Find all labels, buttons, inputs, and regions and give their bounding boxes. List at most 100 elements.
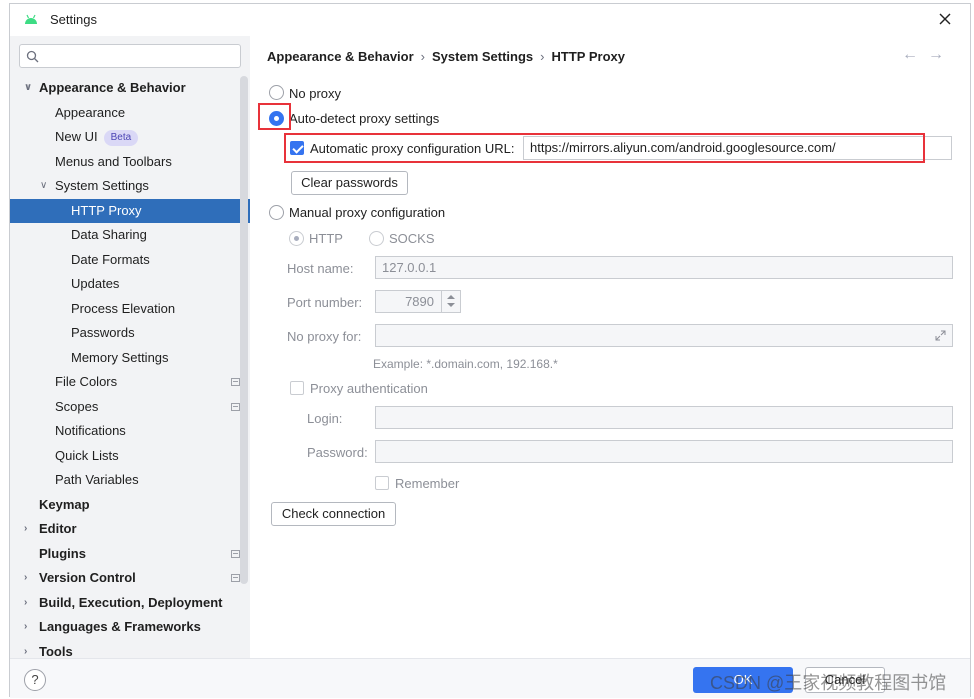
login-field[interactable] [375, 406, 953, 429]
sidebar-item-label: Updates [71, 276, 120, 291]
window-title: Settings [50, 12, 97, 27]
sidebar-item-date-formats[interactable]: Date Formats [10, 248, 250, 273]
sidebar-item-label: Date Formats [71, 251, 150, 267]
sidebar-item-label: HTTP Proxy [71, 202, 142, 218]
proxy-auth-label: Proxy authentication [310, 381, 428, 396]
sidebar-item-build-execution-deployment[interactable]: › Build, Execution, Deployment [10, 591, 250, 616]
http-proxy-panel: Appearance & Behavior › System Settings › HT… [250, 36, 970, 658]
sidebar-item-editor[interactable]: › Editor [10, 517, 250, 542]
no-proxy-radio[interactable] [269, 85, 284, 100]
sidebar-item-label: Build, Execution, Deployment [39, 594, 223, 610]
sidebar-item-label: Editor [39, 521, 77, 536]
sidebar-item-menus-toolbars[interactable]: Menus and Toolbars [10, 150, 250, 175]
sidebar-item-path-variables[interactable]: Path Variables [10, 468, 250, 493]
port-spinner-icon[interactable] [441, 291, 459, 312]
sidebar-item-memory-settings[interactable]: Memory Settings [10, 346, 250, 371]
proxy-auth-checkbox[interactable] [290, 381, 304, 395]
chevron-right-icon: › [24, 523, 28, 534]
example-hint: Example: *.domain.com, 192.168.* [373, 357, 558, 371]
auto-detect-label: Auto-detect proxy settings [289, 111, 440, 126]
port-number-label: Port number: [287, 295, 363, 310]
sidebar-item-label: New UI [55, 129, 98, 144]
sidebar-item-quick-lists[interactable]: Quick Lists [10, 444, 250, 469]
project-settings-icon [231, 402, 240, 411]
sidebar-item-label: Menus and Toolbars [55, 153, 172, 169]
help-button[interactable]: ? [24, 669, 46, 691]
remember-checkbox[interactable] [375, 476, 389, 490]
history-navigation: ←→ [902, 46, 954, 64]
host-name-label: Host name: [287, 261, 354, 276]
sidebar-item-new-ui[interactable]: New UI Beta [10, 125, 250, 150]
project-settings-icon [231, 549, 240, 558]
check-connection-button[interactable]: Check connection [271, 502, 396, 526]
settings-tree: ∨ Appearance & Behavior Appearance New U… [10, 76, 250, 658]
dialog-footer: ? OK Cancel CSDN @王家视频教程图书馆 [10, 658, 970, 698]
no-proxy-for-label: No proxy for: [287, 329, 362, 344]
sidebar-item-label: Process Elevation [71, 300, 176, 316]
sidebar-item-label: Version Control [39, 570, 136, 585]
breadcrumb: Appearance & Behavior › System Settings › HT… [267, 49, 625, 64]
no-proxy-label: No proxy [289, 86, 342, 101]
port-number-value: 7890 [405, 294, 434, 309]
sidebar-item-languages-frameworks[interactable]: › Languages & Frameworks [10, 615, 250, 640]
remember-label: Remember [395, 476, 460, 491]
sidebar-item-data-sharing[interactable]: Data Sharing [10, 223, 250, 248]
title-bar: Settings [10, 4, 970, 36]
sidebar-item-scopes[interactable]: Scopes [10, 395, 250, 420]
chevron-right-icon: › [24, 645, 28, 657]
back-arrow-icon[interactable]: ← [902, 46, 928, 63]
project-settings-icon [231, 574, 240, 582]
sidebar-item-file-colors[interactable]: File Colors [10, 370, 250, 395]
sidebar-item-process-elevation[interactable]: Process Elevation [10, 297, 250, 322]
sidebar-scrollbar[interactable] [240, 76, 248, 584]
sidebar-item-label: Quick Lists [55, 447, 119, 463]
highlight-box [258, 103, 291, 130]
login-label: Login: [307, 411, 343, 426]
sidebar-item-label: Memory Settings [71, 349, 169, 365]
clear-passwords-button[interactable]: Clear passwords [291, 171, 408, 195]
forward-arrow-icon[interactable]: → [928, 46, 954, 63]
sidebar-item-label: Tools [39, 643, 73, 659]
beta-badge: Beta [103, 130, 139, 146]
chevron-down-icon: ∨ [40, 180, 48, 191]
sidebar-item-notifications[interactable]: Notifications [10, 419, 250, 444]
search-icon [26, 50, 39, 63]
watermark-text: CSDN @王家视频教程图书馆 [710, 673, 947, 693]
settings-window: Settings ∨ Appearance & Behavior Appeara… [9, 3, 971, 698]
breadcrumb-item[interactable]: Appearance & Behavior [267, 49, 414, 64]
password-field[interactable] [375, 440, 953, 463]
sidebar-item-appearance-behavior[interactable]: ∨ Appearance & Behavior [10, 76, 250, 101]
sidebar-item-label: Languages & Frameworks [39, 619, 201, 634]
sidebar-item-label: Passwords [71, 325, 135, 340]
sidebar-item-passwords[interactable]: Passwords [10, 321, 250, 346]
manual-proxy-radio[interactable] [269, 205, 284, 220]
chevron-right-icon: › [24, 596, 28, 608]
sidebar-item-tools[interactable]: › Tools [10, 640, 250, 659]
breadcrumb-item[interactable]: System Settings [432, 49, 533, 64]
close-icon[interactable] [936, 10, 954, 28]
sidebar-item-system-settings[interactable]: ∨ System Settings [10, 174, 250, 199]
sidebar-item-label: Keymap [39, 496, 90, 512]
expand-icon[interactable] [935, 330, 946, 341]
sidebar-item-appearance[interactable]: Appearance [10, 101, 250, 126]
search-input[interactable] [19, 44, 241, 68]
host-name-field[interactable]: 127.0.0.1 [375, 256, 953, 279]
sidebar-item-keymap[interactable]: Keymap [10, 493, 250, 518]
sidebar-item-updates[interactable]: Updates [10, 272, 250, 297]
chevron-right-icon: › [24, 572, 28, 583]
manual-proxy-label: Manual proxy configuration [289, 205, 446, 220]
highlight-box [284, 133, 925, 163]
chevron-right-icon: › [24, 621, 28, 632]
sidebar-item-label: Data Sharing [71, 227, 147, 242]
socks-radio[interactable] [369, 231, 384, 246]
no-proxy-for-field[interactable] [375, 324, 953, 347]
sidebar-item-plugins[interactable]: Plugins [10, 542, 250, 567]
sidebar-item-http-proxy[interactable]: HTTP Proxy [10, 198, 250, 223]
sidebar-item-label: File Colors [55, 374, 118, 389]
sidebar-item-label: Plugins [39, 545, 86, 561]
sidebar-item-label: Appearance & Behavior [39, 80, 186, 95]
sidebar-item-version-control[interactable]: › Version Control [10, 566, 250, 591]
http-radio[interactable] [289, 231, 304, 246]
chevron-down-icon: ∨ [24, 82, 33, 93]
settings-sidebar: ∨ Appearance & Behavior Appearance New U… [10, 36, 250, 658]
